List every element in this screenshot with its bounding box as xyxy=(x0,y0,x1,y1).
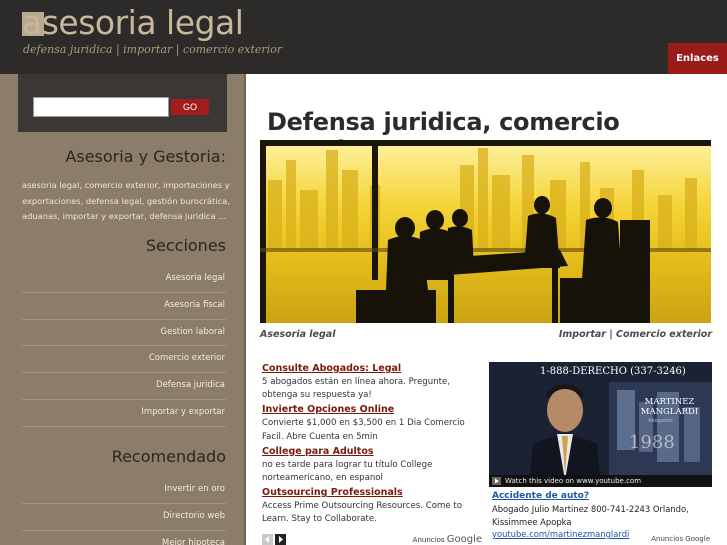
business-meeting-illustration xyxy=(260,140,711,323)
hero-caption-left: Asesoria legal xyxy=(260,329,336,340)
about-heading: Asesoria y Gestoria: xyxy=(65,147,226,166)
ad-item: Invierte Opciones Online Convierte $1,00… xyxy=(262,403,484,443)
logo-text: asesoria legal xyxy=(22,3,244,42)
next-arrow-icon[interactable] xyxy=(275,534,286,545)
video-thumbnail xyxy=(489,362,712,487)
ads-by-brand: Google xyxy=(446,534,482,545)
ad-item: College para Adultos no es tarde para lo… xyxy=(262,445,484,485)
nav-item-asesoria-legal[interactable]: Asesoria legal xyxy=(22,266,226,293)
nav-item-asesoria-fiscal[interactable]: Asesoria fiscal xyxy=(22,293,226,320)
ads-by-label: Anuncios xyxy=(412,536,445,544)
about-text: asesoria legal, comercio exterior, impor… xyxy=(22,180,230,221)
nav-item-directorio-web[interactable]: Directorio web xyxy=(22,504,226,531)
search-panel: GO xyxy=(18,74,227,132)
video-player[interactable]: 1-888-DERECHO (337-3246) MARTINEZ MANGLA… xyxy=(489,362,712,487)
ad-text: Access Prime Outsourcing Resources. Come… xyxy=(262,501,462,525)
nav-item-importar-exportar[interactable]: Importar y exportar xyxy=(22,400,226,427)
nav-item-defensa-juridica[interactable]: Defensa juridica xyxy=(22,373,226,400)
ad-item: Consulte Abogados: Legal 5 abogados está… xyxy=(262,362,484,402)
site-tagline: defensa juridica | importar | comercio e… xyxy=(23,43,283,56)
recommended-nav: Invertir en oro Directorio web Mejor hip… xyxy=(22,477,226,545)
ad-title-link[interactable]: Outsourcing Professionals xyxy=(262,486,484,500)
video-year: 1988 xyxy=(629,432,675,453)
site-header: asesoria legal defensa juridica | import… xyxy=(0,0,727,74)
search-go-button[interactable]: GO xyxy=(171,99,209,115)
video-ad-title-link[interactable]: Accidente de auto? xyxy=(492,491,589,501)
search-input[interactable] xyxy=(33,97,169,117)
hero-caption-right: Importar | Comercio exterior xyxy=(558,329,712,340)
play-icon[interactable] xyxy=(492,477,501,485)
sections-heading: Secciones xyxy=(145,236,226,255)
ad-title-link[interactable]: Invierte Opciones Online xyxy=(262,403,484,417)
nav-item-comercio-exterior[interactable]: Comercio exterior xyxy=(22,346,226,374)
video-ads-by-google[interactable]: Anuncios Google xyxy=(651,535,710,543)
video-brand: MARTINEZ MANGLARDI xyxy=(640,397,699,417)
site-logo[interactable]: asesoria legal xyxy=(22,2,244,44)
ads-footer: Anuncios Google xyxy=(262,534,482,545)
hero-image xyxy=(260,140,711,323)
ad-text: Convierte $1,000 en $3,500 en 1 Dia Come… xyxy=(262,418,465,442)
nav-item-invertir-oro[interactable]: Invertir en oro xyxy=(22,477,226,504)
watch-label: Watch this video on www.youtube.com xyxy=(505,477,642,485)
enlaces-button[interactable]: Enlaces xyxy=(668,43,727,74)
ad-text: 5 abogados están en línea ahora. Pregunt… xyxy=(262,377,451,401)
ad-title-link[interactable]: College para Adultos xyxy=(262,445,484,459)
nav-item-gestion-laboral[interactable]: Gestion laboral xyxy=(22,320,226,347)
video-brand-sub: Abogados xyxy=(648,418,673,424)
text-ads: Consulte Abogados: Legal 5 abogados está… xyxy=(262,362,484,528)
prev-arrow-icon[interactable] xyxy=(262,534,273,545)
ad-title-link[interactable]: Consulte Abogados: Legal xyxy=(262,362,484,376)
ad-item: Outsourcing Professionals Access Prime O… xyxy=(262,486,484,526)
recommended-heading: Recomendado xyxy=(111,447,226,466)
ad-text: no es tarde para lograr tu título Colleg… xyxy=(262,459,433,484)
watch-on-youtube-bar[interactable]: Watch this video on www.youtube.com xyxy=(489,475,712,487)
video-ad-url[interactable]: youtube.com/martinezmanglardi xyxy=(492,529,629,539)
video-ad: 1-888-DERECHO (337-3246) MARTINEZ MANGLA… xyxy=(489,362,712,545)
nav-item-mejor-hipoteca[interactable]: Mejor hipoteca xyxy=(22,531,226,545)
sidebar: GO Asesoria y Gestoria: asesoria legal, … xyxy=(0,74,244,545)
video-ad-text: Abogado Julio Martinez 800-741-2243 Orla… xyxy=(492,504,689,527)
sidebar-divider xyxy=(244,74,246,545)
sections-nav: Asesoria legal Asesoria fiscal Gestion l… xyxy=(22,266,226,427)
ads-by-google[interactable]: Anuncios Google xyxy=(413,534,482,545)
video-phone: 1-888-DERECHO (337-3246) xyxy=(540,366,686,377)
